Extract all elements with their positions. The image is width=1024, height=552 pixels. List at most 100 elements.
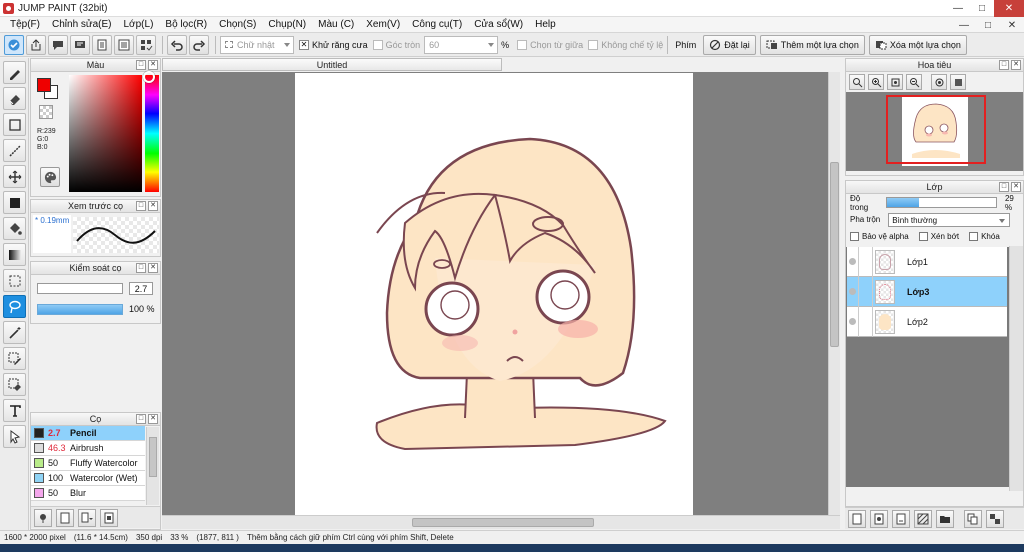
reset-button[interactable]: Đặt lại bbox=[703, 34, 756, 55]
panel-close-button[interactable]: ✕ bbox=[148, 201, 158, 211]
menu-edit[interactable]: Chỉnh sửa(E) bbox=[46, 19, 118, 30]
saturation-value-square[interactable] bbox=[69, 75, 142, 192]
rectangle-select-tool[interactable] bbox=[3, 113, 26, 136]
panel-close-button[interactable]: ✕ bbox=[148, 414, 158, 424]
minimize-button[interactable]: — bbox=[946, 0, 970, 17]
bucket-tool[interactable] bbox=[3, 217, 26, 240]
new-folder-button[interactable] bbox=[936, 509, 954, 528]
visibility-eye-icon[interactable] bbox=[847, 276, 859, 307]
clipping-checkbox[interactable]: Xén bớt bbox=[918, 231, 959, 241]
move-tool[interactable] bbox=[3, 165, 26, 188]
layer-item-lop1[interactable]: Lớp1 bbox=[847, 246, 1007, 277]
panel-float-button[interactable]: □ bbox=[136, 263, 146, 273]
reset-view-button[interactable] bbox=[950, 74, 966, 90]
maximize-button[interactable]: □ bbox=[970, 0, 994, 17]
from-center-checkbox[interactable]: Chọn từ giữa bbox=[517, 39, 583, 50]
operation-tool[interactable] bbox=[3, 425, 26, 448]
layer-opacity-slider[interactable] bbox=[886, 197, 997, 208]
fixed-ratio-checkbox[interactable]: Không chế tỷ lệ bbox=[588, 39, 663, 50]
merge-layer-button[interactable] bbox=[986, 509, 1004, 528]
antialias-checkbox[interactable]: ✕ Khử răng cưa bbox=[299, 39, 368, 50]
layer-lock-slot[interactable] bbox=[859, 246, 873, 277]
layer-lock-slot[interactable] bbox=[859, 306, 873, 337]
selection-pen-tool[interactable] bbox=[3, 347, 26, 370]
layer-item-lop2[interactable]: Lớp2 bbox=[847, 306, 1007, 337]
document-button[interactable] bbox=[92, 34, 112, 55]
brush-size-input[interactable]: 2.7 bbox=[129, 282, 153, 295]
panel-float-button[interactable]: □ bbox=[136, 414, 146, 424]
brush-list-scrollbar[interactable] bbox=[146, 427, 159, 505]
menu-help[interactable]: Help bbox=[529, 19, 562, 30]
line-tool[interactable] bbox=[3, 139, 26, 162]
text-tool[interactable] bbox=[3, 399, 26, 422]
undo-button[interactable] bbox=[167, 34, 187, 55]
brush-menu-button[interactable] bbox=[78, 508, 96, 527]
menu-file[interactable]: Tệp(F) bbox=[4, 19, 46, 30]
visibility-eye-icon[interactable] bbox=[847, 246, 859, 277]
brush-item-watercolor-wet[interactable]: 100 Watercolor (Wet) bbox=[31, 471, 145, 486]
brush-item-fluffy-watercolor[interactable]: 50 Fluffy Watercolor bbox=[31, 456, 145, 471]
panel-float-button[interactable]: □ bbox=[136, 60, 146, 70]
selection-eraser-tool[interactable] bbox=[3, 373, 26, 396]
brush-settings-button[interactable] bbox=[34, 508, 52, 527]
menu-view[interactable]: Xem(V) bbox=[360, 19, 406, 30]
palette-button[interactable] bbox=[40, 167, 60, 187]
hue-marker[interactable] bbox=[143, 71, 155, 83]
new-layer-button[interactable] bbox=[848, 509, 866, 528]
export-button[interactable] bbox=[26, 34, 46, 55]
redo-button[interactable] bbox=[189, 34, 209, 55]
brush-item-blur[interactable]: 50 Blur bbox=[31, 486, 145, 501]
rotate-button[interactable] bbox=[931, 74, 947, 90]
zoom-in-button[interactable] bbox=[868, 74, 884, 90]
select-mode-button[interactable] bbox=[4, 34, 24, 55]
close-button[interactable]: ✕ bbox=[994, 0, 1024, 17]
visibility-eye-icon[interactable] bbox=[847, 306, 859, 337]
magic-wand-tool[interactable] bbox=[3, 321, 26, 344]
doc-close-button[interactable]: ✕ bbox=[1000, 17, 1024, 33]
panel-close-button[interactable]: ✕ bbox=[148, 263, 158, 273]
doc-minimize-button[interactable]: — bbox=[952, 17, 976, 33]
panel-float-button[interactable]: □ bbox=[999, 60, 1009, 70]
transparent-color-swatch[interactable] bbox=[39, 105, 53, 119]
lock-checkbox[interactable]: Khóa bbox=[969, 231, 1000, 241]
layer-lock-slot[interactable] bbox=[859, 276, 873, 307]
comment-button[interactable] bbox=[48, 34, 68, 55]
menu-filter[interactable]: Bộ lọc(R) bbox=[159, 19, 213, 30]
canvas-area[interactable] bbox=[162, 72, 828, 515]
brush-item-pencil[interactable]: 2.7 Pencil bbox=[31, 426, 145, 441]
selection-tool[interactable] bbox=[3, 269, 26, 292]
fit-window-button[interactable] bbox=[887, 74, 903, 90]
panel-close-button[interactable]: ✕ bbox=[1011, 60, 1021, 70]
shape-select[interactable]: Chữ nhật bbox=[220, 35, 294, 54]
list-button[interactable] bbox=[114, 34, 134, 55]
protect-alpha-checkbox[interactable]: Bảo vệ alpha bbox=[850, 231, 909, 241]
navigator-preview[interactable] bbox=[846, 92, 1023, 171]
brush-copy-button[interactable] bbox=[100, 508, 118, 527]
brush-opacity-slider[interactable] bbox=[37, 304, 123, 315]
zoom-out-button[interactable] bbox=[906, 74, 922, 90]
navigator-view-frame[interactable] bbox=[886, 95, 986, 164]
message-button[interactable] bbox=[70, 34, 90, 55]
hue-slider[interactable] bbox=[145, 75, 159, 192]
brush-item-airbrush[interactable]: 46.3 Airbrush bbox=[31, 441, 145, 456]
rounded-corner-checkbox[interactable]: Góc tròn bbox=[372, 39, 420, 50]
add-selection-button[interactable]: Thêm một lựa chọn bbox=[759, 34, 865, 55]
zoom-fit-button[interactable] bbox=[849, 74, 865, 90]
fill-rect-tool[interactable] bbox=[3, 191, 26, 214]
menu-layer[interactable]: Lớp(L) bbox=[118, 19, 160, 30]
gradient-tool[interactable] bbox=[3, 243, 26, 266]
new-1bit-layer-button[interactable] bbox=[892, 509, 910, 528]
foreground-color-swatch[interactable] bbox=[37, 78, 51, 92]
brush-tool[interactable] bbox=[3, 61, 26, 84]
menu-tools[interactable]: Công cụ(T) bbox=[406, 19, 468, 30]
menu-window[interactable]: Cửa sổ(W) bbox=[468, 19, 529, 30]
new-brush-button[interactable] bbox=[56, 508, 74, 527]
blend-mode-select[interactable]: Bình thường bbox=[888, 212, 1011, 227]
panel-close-button[interactable]: ✕ bbox=[148, 60, 158, 70]
remove-selection-button[interactable]: Xóa một lựa chọn bbox=[868, 34, 967, 55]
panel-float-button[interactable]: □ bbox=[999, 182, 1009, 192]
layer-list-scrollbar[interactable] bbox=[1009, 246, 1023, 491]
layer-item-lop3[interactable]: Lớp3 bbox=[847, 276, 1007, 307]
menu-select[interactable]: Chọn(S) bbox=[213, 19, 262, 30]
canvas-vertical-scrollbar[interactable] bbox=[828, 72, 840, 515]
